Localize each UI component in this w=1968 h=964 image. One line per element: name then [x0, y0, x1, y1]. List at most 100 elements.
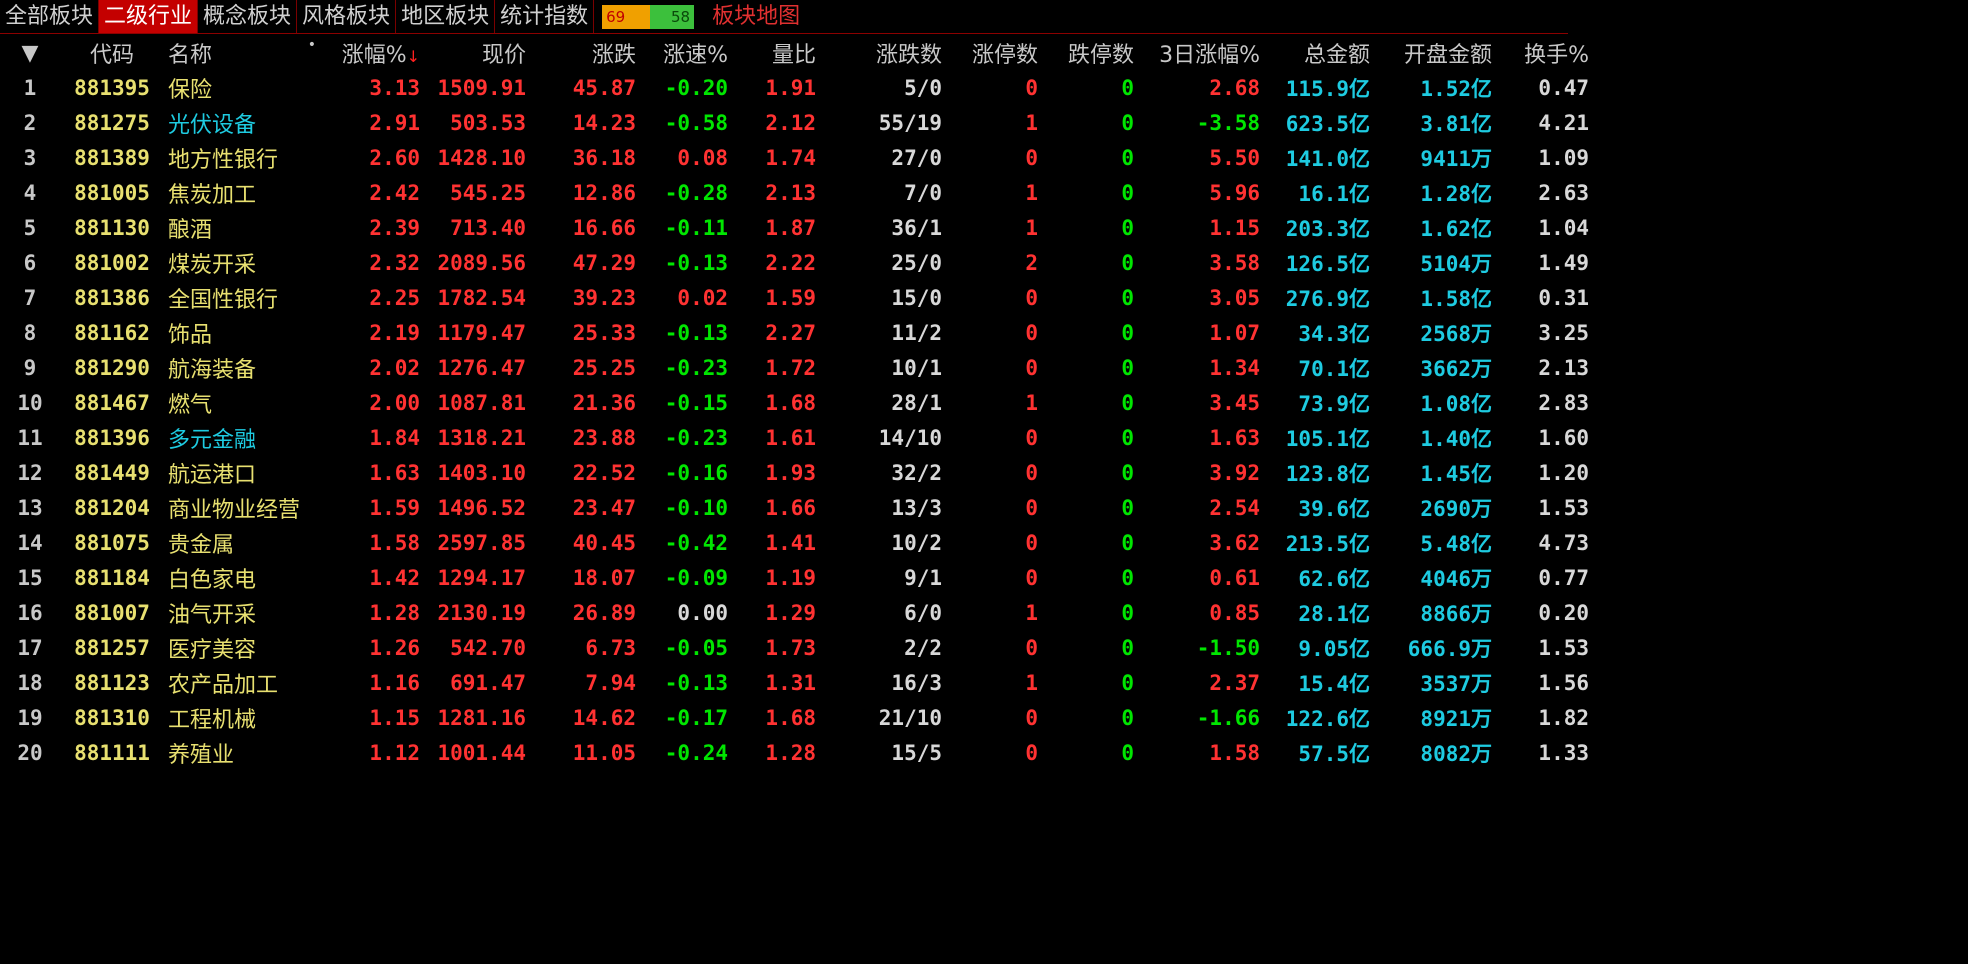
limit-down-count: 0	[1121, 110, 1134, 135]
speed: 0.08	[677, 145, 728, 170]
decline-count: 58	[650, 5, 695, 29]
open-amount: 666.9万	[1407, 636, 1492, 661]
table-row[interactable]: 17 881257 医疗美容 1.26 542.70 6.73 -0.05 1.73 2/2 0 0…	[0, 630, 1593, 665]
turnover: 1.53	[1538, 495, 1589, 520]
row-index: 17	[17, 635, 43, 660]
table-row[interactable]: 19 881310 工程机械 1.15 1281.16 14.62 -0.17 1.68 21/…	[0, 700, 1593, 735]
change: 22.52	[572, 460, 636, 485]
open-amount: 3537万	[1420, 671, 1492, 696]
price: 503.53	[450, 110, 526, 135]
header-change-pct[interactable]: 涨幅%↓	[330, 36, 424, 70]
limit-up-count: 1	[1025, 215, 1038, 240]
table-row[interactable]: 18 881123 农产品加工 1.16 691.47 7.94 -0.13 1.31 16/3…	[0, 665, 1593, 700]
volume-ratio: 1.41	[765, 530, 816, 555]
tab-region-sectors[interactable]: 地区板块	[396, 0, 496, 33]
change-pct: 2.32	[369, 250, 420, 275]
sort-desc-icon: ↓	[406, 47, 420, 66]
table-row[interactable]: 20 881111 养殖业 1.12 1001.44 11.05 -0.24 1.28 15/5…	[0, 735, 1593, 770]
open-amount: 8866万	[1420, 601, 1492, 626]
change: 36.18	[572, 145, 636, 170]
limit-up-count: 1	[1025, 600, 1038, 625]
volume-ratio: 1.66	[765, 495, 816, 520]
header-limit-down-count[interactable]: 跌停数	[1042, 36, 1138, 70]
open-amount: 5104万	[1420, 251, 1492, 276]
header-turnover[interactable]: 换手%	[1496, 36, 1593, 70]
limit-down-count: 0	[1121, 565, 1134, 590]
limit-up-count: 0	[1025, 320, 1038, 345]
up-down-count: 55/19	[878, 110, 942, 135]
up-down-count: 16/3	[891, 670, 942, 695]
volume-ratio: 1.28	[765, 740, 816, 765]
sector-name: 白色家电	[168, 567, 257, 593]
open-amount: 5.48亿	[1420, 531, 1492, 556]
volume-ratio: 2.13	[765, 180, 816, 205]
price: 2597.85	[437, 530, 526, 555]
three-day-change: 3.05	[1209, 285, 1260, 310]
header-total-amount[interactable]: 总金额	[1264, 36, 1374, 70]
three-day-change: 5.50	[1209, 145, 1260, 170]
header-open-amount[interactable]: 开盘金额	[1374, 36, 1496, 70]
header-change[interactable]: 涨跌	[530, 36, 640, 70]
up-down-count: 32/2	[891, 460, 942, 485]
tab-all-sectors[interactable]: 全部板块	[0, 0, 100, 33]
table-row[interactable]: 11 881396 多元金融 1.84 1318.21 23.88 -0.23 1.61 14/…	[0, 420, 1593, 455]
tab-stat-index[interactable]: 统计指数	[495, 0, 595, 33]
table-row[interactable]: 2 881275 光伏设备 2.91 503.53 14.23 -0.58 2.12 55/19…	[0, 105, 1593, 140]
price: 1001.44	[437, 740, 526, 765]
sector-code: 881111	[74, 740, 150, 765]
table-row[interactable]: 3 881389 地方性银行 2.60 1428.10 36.18 0.08 1.74 27/0…	[0, 140, 1593, 175]
turnover: 1.49	[1538, 250, 1589, 275]
open-amount: 1.52亿	[1420, 76, 1492, 101]
sector-map-link[interactable]: 板块地图	[712, 0, 800, 33]
sector-table: ▼ 代码 名称 • 涨幅%↓ 现价 涨跌 涨速% 量比 涨跌数 涨停数 跌停数 …	[0, 36, 1593, 770]
total-amount: 115.9亿	[1285, 76, 1370, 101]
table-row[interactable]: 6 881002 煤炭开采 2.32 2089.56 47.29 -0.13 2.22 25/0…	[0, 245, 1593, 280]
change-pct: 2.42	[369, 180, 420, 205]
header-dot-icon: •	[307, 37, 316, 53]
speed: 0.02	[677, 285, 728, 310]
header-name[interactable]: 名称 •	[164, 36, 330, 70]
header-volume-ratio[interactable]: 量比	[732, 36, 820, 70]
header-3day-change[interactable]: 3日涨幅%	[1138, 36, 1264, 70]
row-index: 12	[17, 460, 43, 485]
header-speed[interactable]: 涨速%	[640, 36, 732, 70]
row-index: 14	[17, 530, 43, 555]
table-row[interactable]: 7 881386 全国性银行 2.25 1782.54 39.23 0.02 1.59 15/0…	[0, 280, 1593, 315]
table-row[interactable]: 8 881162 饰品 2.19 1179.47 25.33 -0.13 2.27 11/2 0 0…	[0, 315, 1593, 350]
table-row[interactable]: 1 881395 保险 3.13 1509.91 45.87 -0.20 1.91 5/0 0 0 2…	[0, 70, 1593, 105]
total-amount: 105.1亿	[1285, 426, 1370, 451]
table-row[interactable]: 14 881075 贵金属 1.58 2597.85 40.45 -0.42 1.41 10/2…	[0, 525, 1593, 560]
limit-up-count: 0	[1025, 460, 1038, 485]
row-index: 6	[23, 250, 37, 275]
row-index: 18	[17, 670, 43, 695]
table-row[interactable]: 10 881467 燃气 2.00 1087.81 21.36 -0.15 1.68 28/1 1…	[0, 385, 1593, 420]
expand-toggle-icon[interactable]: ▼	[0, 36, 60, 70]
turnover: 2.83	[1538, 390, 1589, 415]
speed: 0.00	[677, 600, 728, 625]
table-row[interactable]: 16 881007 油气开采 1.28 2130.19 26.89 0.00 1.29 6/0 1…	[0, 595, 1593, 630]
limit-up-count: 0	[1025, 530, 1038, 555]
table-row[interactable]: 9 881290 航海装备 2.02 1276.47 25.25 -0.23 1.72 10/1…	[0, 350, 1593, 385]
row-index: 4	[23, 180, 37, 205]
header-limit-up-count[interactable]: 涨停数	[946, 36, 1042, 70]
tab-style-sectors[interactable]: 风格板块	[297, 0, 397, 33]
sector-code: 881123	[74, 670, 150, 695]
tab-concept-sectors[interactable]: 概念板块	[198, 0, 298, 33]
table-row[interactable]: 4 881005 焦炭加工 2.42 545.25 12.86 -0.28 2.13 7/0 1 0…	[0, 175, 1593, 210]
table-row[interactable]: 12 881449 航运港口 1.63 1403.10 22.52 -0.16 1.93 32/…	[0, 455, 1593, 490]
turnover: 4.21	[1538, 110, 1589, 135]
sector-code: 881310	[74, 705, 150, 730]
header-up-down-count[interactable]: 涨跌数	[820, 36, 946, 70]
header-price[interactable]: 现价	[424, 36, 530, 70]
tab-level2-industry[interactable]: 二级行业	[99, 0, 199, 33]
three-day-change: 1.34	[1209, 355, 1260, 380]
open-amount: 2690万	[1420, 496, 1492, 521]
total-amount: 122.6亿	[1285, 706, 1370, 731]
table-row[interactable]: 13 881204 商业物业经营 1.59 1496.52 23.47 -0.10 1.66 1…	[0, 490, 1593, 525]
table-row[interactable]: 15 881184 白色家电 1.42 1294.17 18.07 -0.09 1.19 9/1…	[0, 560, 1593, 595]
open-amount: 3662万	[1420, 356, 1492, 381]
total-amount: 9.05亿	[1298, 636, 1370, 661]
header-code[interactable]: 代码	[60, 36, 164, 70]
total-amount: 213.5亿	[1285, 531, 1370, 556]
table-row[interactable]: 5 881130 酿酒 2.39 713.40 16.66 -0.11 1.87 36/1 1 0 1…	[0, 210, 1593, 245]
